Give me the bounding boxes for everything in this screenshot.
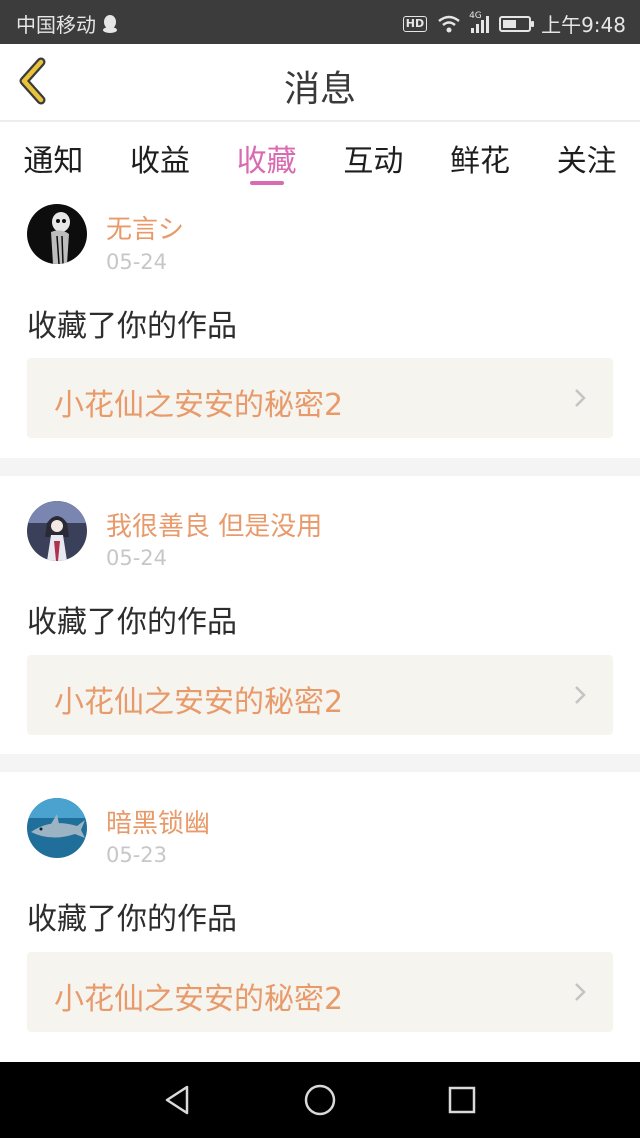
message-action: 收藏了你的作品 [27, 605, 237, 640]
work-link[interactable]: 小花仙之安安的秘密2 [27, 655, 613, 735]
card-separator [0, 754, 640, 772]
tab-interactions[interactable]: 互动 [320, 122, 427, 192]
battery-icon [499, 15, 535, 32]
page-title: 消息 [283, 69, 356, 110]
shark-avatar-icon [27, 798, 87, 858]
carrier: 中国移动 [16, 9, 118, 38]
work-title: 小花仙之安安的秘密2 [54, 388, 344, 423]
hd-badge: HD [402, 15, 428, 32]
carrier-name: 中国移动 [16, 13, 96, 37]
username[interactable]: 暗黑锁幽 [106, 803, 210, 840]
message-card: 暗黑锁幽 05-23 收藏了你的作品 小花仙之安安的秘密2 [0, 772, 640, 1062]
work-title: 小花仙之安安的秘密2 [54, 982, 344, 1017]
system-nav-bar [0, 1062, 640, 1138]
avatar[interactable] [27, 501, 87, 561]
work-link[interactable]: 小花仙之安安的秘密2 [27, 358, 613, 438]
chevron-right-icon [575, 389, 586, 407]
tab-favorites[interactable]: 收藏 [213, 122, 320, 192]
message-date: 05-24 [106, 250, 168, 274]
avatar[interactable] [27, 204, 87, 264]
message-card: 我很善良 但是没用 05-24 收藏了你的作品 小花仙之安安的秘密2 [0, 476, 640, 754]
card-separator [0, 458, 640, 476]
home-circle-icon[interactable] [302, 1082, 338, 1118]
tab-follows[interactable]: 关注 [533, 122, 640, 192]
tab-flowers[interactable]: 鲜花 [427, 122, 534, 192]
recents-square-icon[interactable] [444, 1082, 480, 1118]
status-bar: 中国移动 HD 4G 上午9:48 [0, 0, 640, 44]
tab-bar: 通知 收益 收藏 互动 鲜花 关注 [0, 122, 640, 192]
message-action: 收藏了你的作品 [27, 902, 237, 937]
work-link[interactable]: 小花仙之安安的秘密2 [27, 952, 613, 1032]
anime-girl-avatar-icon [27, 501, 87, 561]
network-type: 4G [469, 10, 482, 21]
qq-icon [103, 14, 117, 33]
wifi-icon [438, 15, 460, 32]
tab-earnings[interactable]: 收益 [107, 122, 214, 192]
avatar[interactable] [27, 798, 87, 858]
message-card: 无言シ 05-24 收藏了你的作品 小花仙之安安的秘密2 [0, 192, 640, 458]
message-date: 05-23 [106, 843, 168, 867]
tab-notifications[interactable]: 通知 [0, 122, 107, 192]
status-icons: HD 4G 上午9:48 [402, 9, 626, 38]
username[interactable]: 无言シ [106, 209, 184, 246]
username[interactable]: 我很善良 但是没用 [106, 506, 322, 543]
chevron-right-icon [575, 983, 586, 1001]
skeleton-avatar-icon [27, 204, 87, 264]
back-triangle-icon[interactable] [160, 1082, 196, 1118]
message-date: 05-24 [106, 546, 168, 570]
message-action: 收藏了你的作品 [27, 309, 237, 344]
chevron-right-icon [575, 686, 586, 704]
app-header: 消息 [0, 44, 640, 120]
work-title: 小花仙之安安的秘密2 [54, 685, 344, 720]
signal-icon: 4G [469, 11, 490, 33]
clock: 上午9:48 [541, 13, 626, 37]
